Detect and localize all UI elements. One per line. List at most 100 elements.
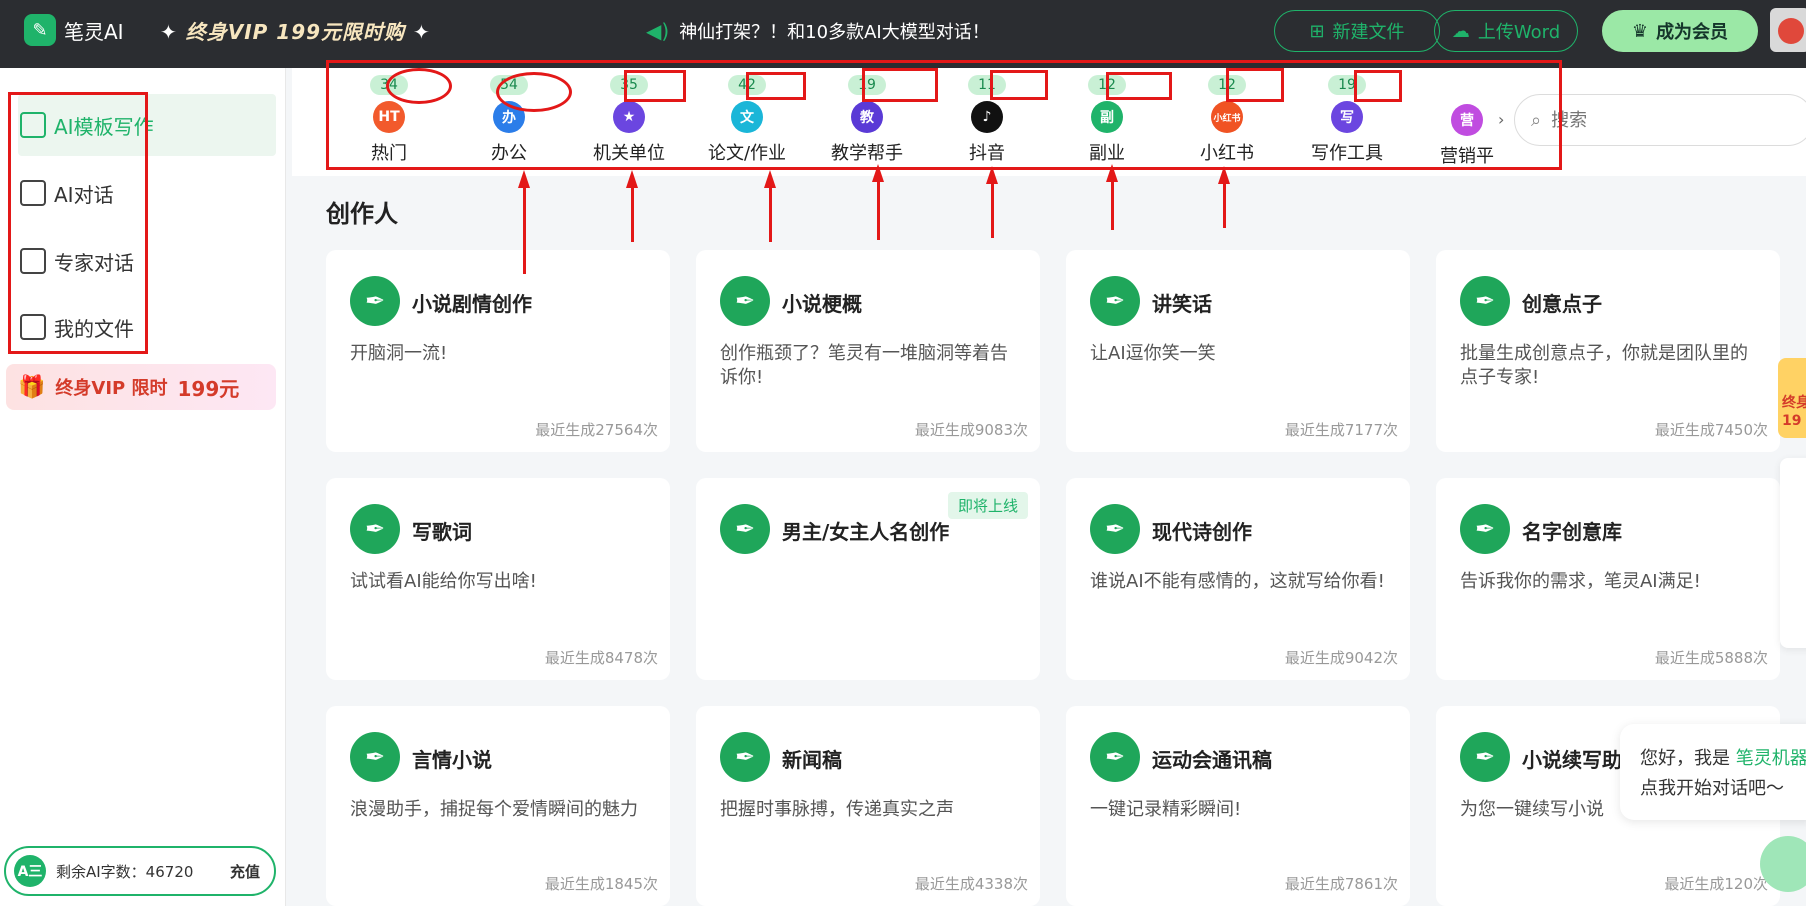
- vip-banner-price: 199元: [177, 376, 240, 401]
- category-5[interactable]: 11 ♪ 抖音: [932, 74, 1042, 165]
- announcement[interactable]: ◀) 神仙打架？！和10多款AI大模型对话！: [646, 18, 990, 44]
- pen-icon: ✒: [350, 732, 400, 782]
- count-badge: 35: [610, 75, 648, 95]
- card-description: 让AI逗你笑一笑: [1090, 343, 1216, 364]
- chevron-right-icon[interactable]: ›: [1498, 110, 1504, 129]
- pen-icon: ✒: [720, 732, 770, 782]
- logo-icon: ✎: [24, 14, 56, 46]
- category-label: 抖音: [969, 143, 1005, 164]
- app-logo[interactable]: ✎ 笔灵AI: [24, 14, 124, 46]
- category-8[interactable]: 19 写写作工具: [1292, 74, 1402, 165]
- card-description: 告诉我你的需求，笔灵AI满足!: [1460, 571, 1701, 592]
- count-badge: 11: [968, 75, 1006, 95]
- card-title: 小说续写助: [1522, 748, 1622, 772]
- search-input[interactable]: [1551, 109, 1752, 131]
- cloud-upload-icon: ☁: [1451, 20, 1470, 42]
- card-description: 批量生成创意点子，你就是团队里的点子专家!: [1460, 343, 1748, 388]
- category-2[interactable]: 35 ★ 机关单位: [574, 74, 684, 165]
- annotation-arrow-line: [631, 186, 634, 242]
- category-icon: 文: [731, 101, 763, 133]
- credits-remaining: 剩余AI字数：46720: [56, 862, 194, 881]
- category-icon: 教: [851, 101, 883, 133]
- annotation-arrow-line: [1223, 182, 1226, 228]
- expert-icon: [20, 248, 46, 274]
- new-file-button[interactable]: ⊞ 新建文件: [1274, 10, 1440, 52]
- template-card[interactable]: ✒ 男主/女主人名创作 即将上线: [696, 478, 1040, 680]
- sidebar-item-label: AI对话: [54, 182, 114, 207]
- annotation-arrow-line: [769, 186, 772, 242]
- crown-icon: ♛: [1631, 20, 1649, 42]
- card-usage-count: 最近生成4338次: [914, 875, 1028, 893]
- annotation-arrow-line: [1111, 180, 1114, 230]
- count-badge: 19: [848, 75, 886, 95]
- card-title: 小说剧情创作: [412, 292, 532, 316]
- template-card[interactable]: ✒ 名字创意库 告诉我你的需求，笔灵AI满足! 最近生成5888次: [1436, 478, 1780, 680]
- card-description: 浪漫助手，捕捉每个爱情瞬间的魅力: [350, 799, 638, 820]
- become-member-label: 成为会员: [1656, 22, 1729, 43]
- count-badge: 12: [1088, 75, 1126, 95]
- card-usage-count: 最近生成8478次: [544, 649, 658, 667]
- card-usage-count: 最近生成1845次: [544, 875, 658, 893]
- card-usage-count: 最近生成7177次: [1284, 421, 1398, 439]
- card-usage-count: 最近生成9083次: [914, 421, 1028, 439]
- card-title: 现代诗创作: [1152, 520, 1252, 544]
- category-4[interactable]: 19 教教学帮手: [812, 74, 922, 165]
- card-title: 言情小说: [412, 748, 492, 772]
- vip-promo-banner[interactable]: ✦ 终身VIP 199元限时购 ✦: [160, 16, 431, 45]
- sidebar-item-my-files[interactable]: 我的文件: [18, 296, 276, 358]
- sidebar-item-expert-chat[interactable]: 专家对话: [18, 230, 276, 292]
- upload-word-button[interactable]: ☁ 上传Word: [1434, 10, 1578, 52]
- pen-icon: ✒: [1090, 276, 1140, 326]
- card-description: 创作瓶颈了？笔灵有一堆脑洞等着告诉你!: [720, 343, 1008, 388]
- card-description: 谁说AI不能有感情的，这就写给你看!: [1090, 571, 1385, 592]
- sidebar-item-ai-chat[interactable]: AI对话: [18, 162, 276, 224]
- template-card[interactable]: ✒ 运动会通讯稿 一键记录精彩瞬间! 最近生成7861次: [1066, 706, 1410, 906]
- template-card[interactable]: ✒ 讲笑话让AI逗你笑一笑最近生成7177次: [1066, 250, 1410, 452]
- sidebar-item-ai-template[interactable]: AI模板写作: [18, 94, 276, 156]
- annotation-arrow-line: [991, 182, 994, 238]
- become-member-button[interactable]: ♛ 成为会员: [1602, 10, 1758, 52]
- card-usage-count: 最近生成7861次: [1284, 875, 1398, 893]
- card-title: 新闻稿: [782, 748, 842, 772]
- template-card[interactable]: ✒ 言情小说浪漫助手，捕捉每个爱情瞬间的魅力最近生成1845次: [326, 706, 670, 906]
- template-card[interactable]: ✒ 创意点子 批量生成创意点子，你就是团队里的点子专家! 最近生成7450次: [1436, 250, 1780, 452]
- template-card[interactable]: ✒ 写歌词 试试看AI能给你写出啥! 最近生成8478次: [326, 478, 670, 680]
- card-title: 名字创意库: [1522, 520, 1622, 544]
- category-3[interactable]: 42 文论文/作业: [692, 74, 802, 165]
- new-file-label: 新建文件: [1332, 22, 1405, 43]
- category-label: 论文/作业: [707, 143, 787, 164]
- template-card[interactable]: ✒ 现代诗创作 谁说AI不能有感情的，这就写给你看! 最近生成9042次: [1066, 478, 1410, 680]
- card-title: 讲笑话: [1152, 292, 1212, 316]
- float-service-panel[interactable]: [1780, 458, 1806, 648]
- recharge-button[interactable]: 充值: [230, 861, 260, 882]
- category-7[interactable]: 12 小红书 小红书: [1172, 74, 1282, 165]
- announcement-text: 神仙打架？！和10多款AI大模型对话！: [679, 22, 990, 43]
- template-card[interactable]: ✒ 小说剧情创作 开脑洞一流! 最近生成27564次: [326, 250, 670, 452]
- category-label: 热门: [371, 143, 407, 164]
- template-card[interactable]: ✒ 新闻稿 把握时事脉搏，传递真实之声 最近生成4338次: [696, 706, 1040, 906]
- category-label: 营销平: [1440, 146, 1494, 167]
- float-vip-tab[interactable]: 终身 19: [1778, 358, 1806, 438]
- gift-icon: 🎁: [18, 374, 46, 400]
- top-bar: ✎ 笔灵AI ✦ 终身VIP 199元限时购 ✦ ◀) 神仙打架？！和10多款A…: [0, 0, 1806, 68]
- chat-prompt: 点我开始对话吧～: [1640, 778, 1784, 799]
- category-6[interactable]: 12 副副业: [1052, 74, 1162, 165]
- search-box[interactable]: ⌕: [1514, 94, 1806, 146]
- section-title: 创作人: [326, 200, 398, 228]
- pen-icon: ✒: [1460, 732, 1510, 782]
- chat-bubble[interactable]: 您好，我是 笔灵机器 点我开始对话吧～: [1620, 724, 1806, 820]
- template-icon: [20, 112, 46, 138]
- pen-icon: ✒: [350, 276, 400, 326]
- count-badge: 42: [728, 75, 766, 95]
- upload-word-label: 上传Word: [1477, 22, 1561, 43]
- category-icon: 写: [1331, 101, 1363, 133]
- chat-icon: [20, 180, 46, 206]
- vip-limited-banner[interactable]: 🎁 终身VIP 限时 199元: [6, 364, 276, 410]
- template-card[interactable]: ✒ 小说梗概 创作瓶颈了？笔灵有一堆脑洞等着告诉你! 最近生成9083次: [696, 250, 1040, 452]
- card-description: 试试看AI能给你写出啥!: [350, 571, 537, 592]
- pen-icon: ✒: [1460, 276, 1510, 326]
- coming-soon-badge: 即将上线: [947, 492, 1028, 519]
- category-9[interactable]: 营营销平: [1412, 74, 1522, 168]
- avatar[interactable]: [1770, 8, 1806, 52]
- category-label: 写作工具: [1311, 143, 1383, 164]
